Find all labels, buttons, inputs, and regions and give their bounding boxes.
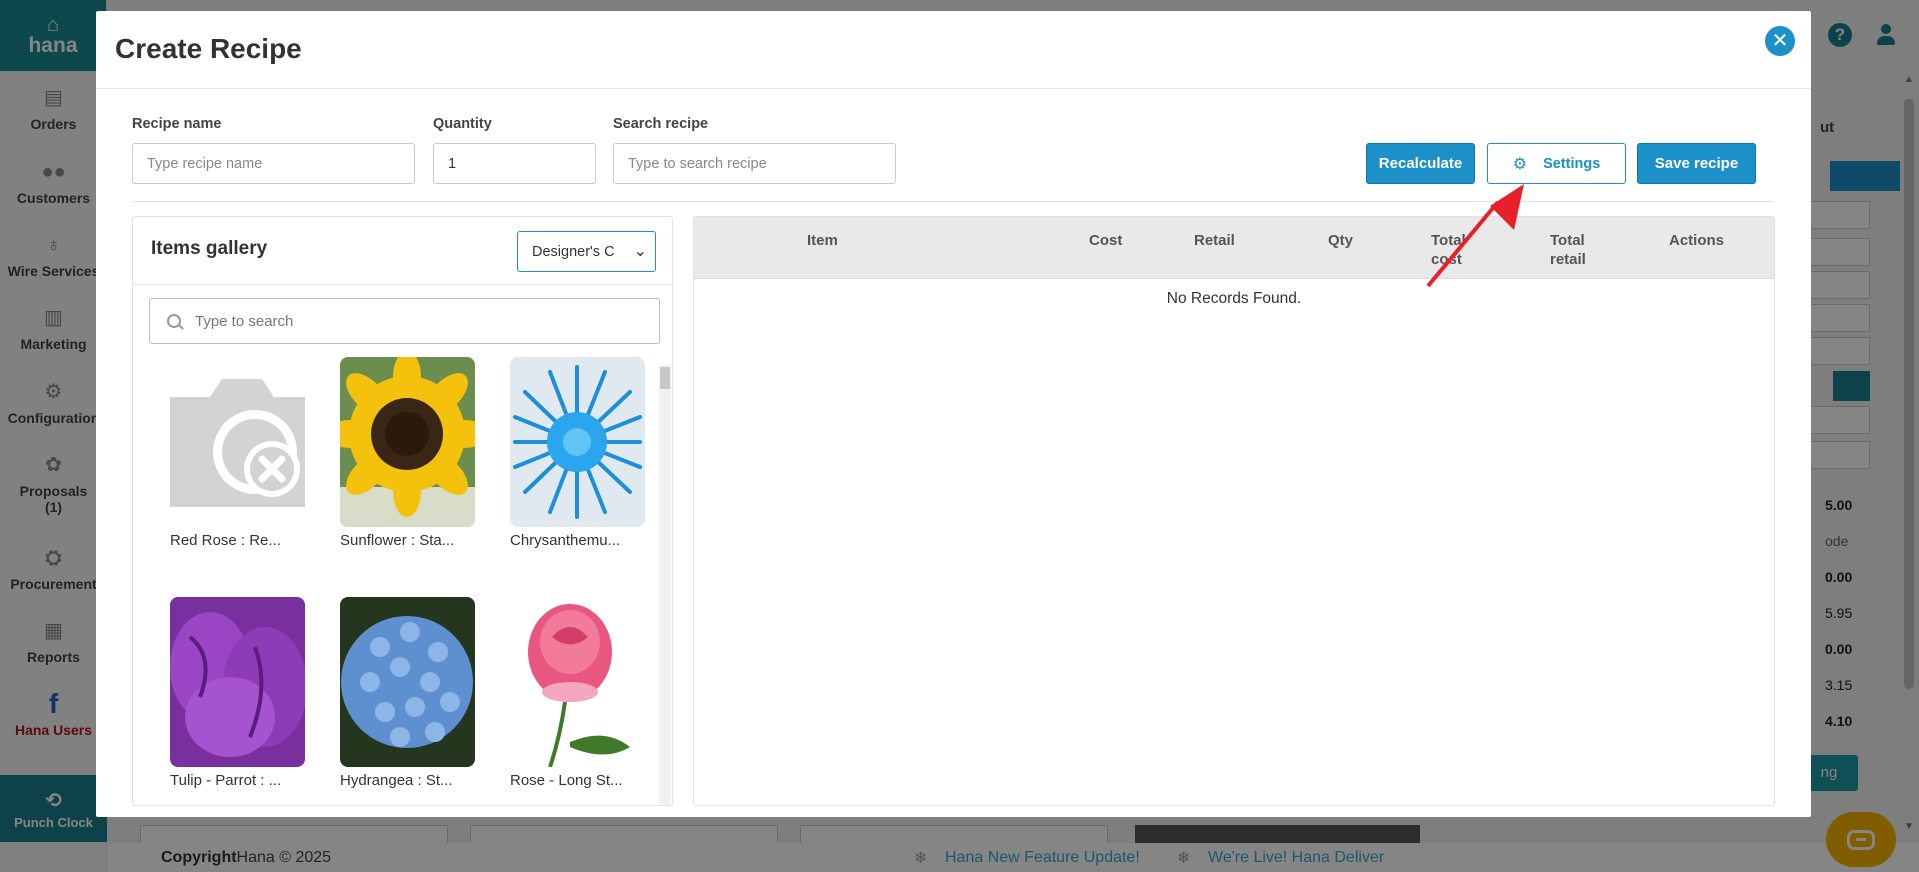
column-header-actions: Actions [1669, 232, 1725, 249]
table-header: Item Cost Retail Qty Total cost Total re… [694, 217, 1774, 279]
gallery-scrollbar-thumb[interactable] [660, 367, 670, 389]
column-header-cost: Cost [1089, 232, 1123, 249]
save-recipe-button[interactable]: Save recipe [1637, 143, 1756, 184]
gallery-filter-value: Designer's C [532, 243, 615, 260]
gallery-item-name: Red Rose : Re... [170, 532, 281, 549]
sunflower-image [340, 357, 475, 527]
gear-icon: ⚙ [1512, 155, 1528, 173]
close-icon[interactable]: ✕ [1765, 26, 1795, 56]
settings-label: Settings [1543, 155, 1601, 172]
gallery-item[interactable]: Tulip - Parrot : ... [170, 597, 305, 789]
column-header-qty: Qty [1328, 232, 1354, 249]
search-recipe-label: Search recipe [613, 116, 709, 132]
quantity-label: Quantity [433, 116, 492, 132]
gallery-item-name: Sunflower : Sta... [340, 532, 455, 549]
column-header-item: Item [807, 232, 838, 249]
chrysanthemum-image [510, 357, 645, 527]
search-icon [167, 314, 181, 328]
gallery-item[interactable]: Rose - Long St... [510, 597, 645, 789]
gallery-item-name: Chrysanthemu... [510, 532, 621, 549]
settings-button[interactable]: ⚙ Settings [1487, 143, 1626, 184]
recipe-name-label: Recipe name [132, 116, 222, 132]
gallery-item-name: Hydrangea : St... [340, 772, 453, 789]
gallery-item[interactable]: Hydrangea : St... [340, 597, 475, 789]
gallery-header: Items gallery Designer's C ⌄ [133, 217, 672, 285]
gallery-search-input[interactable] [195, 312, 635, 330]
search-recipe-input[interactable] [613, 143, 896, 184]
items-gallery: Items gallery Designer's C ⌄ Type to sea… [132, 216, 673, 806]
gallery-title: Items gallery [151, 238, 268, 259]
hydrangea-image [340, 597, 475, 767]
gallery-filter-select[interactable]: Designer's C ⌄ [517, 231, 656, 272]
gallery-item[interactable]: Sunflower : Sta... [340, 357, 475, 549]
gallery-scrollbar[interactable] [659, 365, 671, 805]
quantity-input[interactable] [433, 143, 596, 184]
column-header-total-retail: Total retail [1550, 232, 1586, 268]
modal-header: Create Recipe ✕ [96, 11, 1811, 89]
chevron-down-icon: ⌄ [633, 243, 647, 260]
empty-state-message: No Records Found. [1166, 290, 1302, 307]
create-recipe-modal: Create Recipe ✕ Recipe name Quantity Sea… [96, 11, 1811, 817]
modal-title: Create Recipe [115, 33, 302, 64]
tulip-image [170, 597, 305, 767]
gallery-item[interactable]: Chrysanthemu... [510, 357, 645, 549]
image-placeholder-icon [170, 357, 305, 527]
gallery-item[interactable]: Red Rose : Re... [170, 357, 305, 549]
column-header-retail: Retail [1194, 232, 1235, 249]
recalculate-button[interactable]: Recalculate [1366, 143, 1475, 184]
recipe-name-input[interactable] [132, 143, 415, 184]
rose-image [510, 597, 645, 767]
gallery-item-name: Rose - Long St... [510, 772, 623, 789]
gallery-search[interactable] [149, 298, 660, 344]
annotation-arrow-icon [1426, 184, 1524, 288]
recipe-items-table: Item Cost Retail Qty Total cost Total re… [693, 216, 1775, 806]
gallery-item-name: Tulip - Parrot : ... [170, 772, 282, 789]
